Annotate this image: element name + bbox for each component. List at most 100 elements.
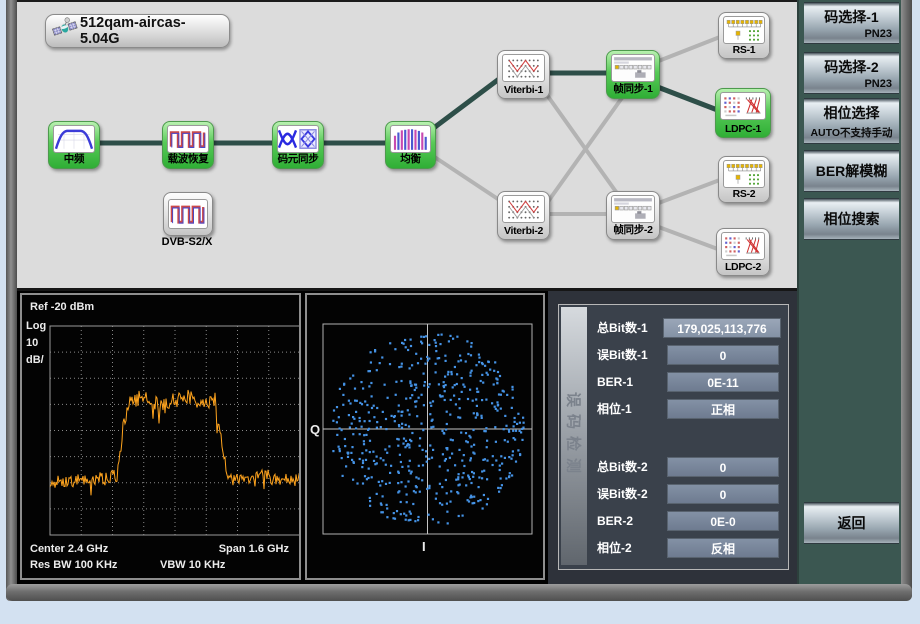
block-label: 中频 — [49, 151, 99, 166]
signal-chain-diagram: 512qam-aircas-5.04G 中频 载波恢复 — [17, 2, 797, 291]
square-wave-icon — [168, 199, 208, 229]
button-label: 返回 — [838, 513, 866, 533]
center-freq-label: Center 2.4 GHz — [30, 543, 108, 555]
side-title-text: 误码检测 — [564, 392, 585, 480]
trellis-icon — [502, 195, 545, 223]
button-label: 码选择-2 — [804, 57, 899, 77]
button-value: PN23 — [864, 28, 892, 40]
square-wave-icon — [167, 125, 209, 153]
code-select-2-button[interactable]: 码选择-2 PN23 — [804, 52, 899, 94]
back-button[interactable]: 返回 — [804, 502, 899, 544]
window-frame-bottom — [6, 584, 912, 601]
link-framesync2-rs2 — [656, 178, 725, 204]
ldpc-matrix-icon — [721, 232, 765, 260]
scale-label: 10 — [26, 337, 38, 349]
block-label: 码元同步 — [273, 151, 323, 166]
eye-diagram-icon — [277, 125, 319, 153]
block-label: LDPC-2 — [717, 261, 769, 273]
ref-level-label: Ref -20 dBm — [30, 301, 94, 313]
constellation-plot — [307, 295, 543, 578]
spectrum-plot — [22, 295, 299, 578]
error-bits-2-label: 误Bit数-2 — [597, 484, 667, 504]
ber-2-value: 0E-0 — [667, 511, 779, 531]
block-dvb-s2x[interactable] — [163, 192, 213, 236]
ber-1-label: BER-1 — [597, 372, 667, 392]
button-value: AUTO不支持手动 — [804, 125, 899, 140]
reed-solomon-icon — [723, 16, 765, 44]
vbw-label: VBW 10 KHz — [160, 559, 225, 571]
block-label: Viterbi-2 — [498, 225, 549, 237]
error-bits-2-value: 0 — [667, 484, 779, 504]
ldpc-matrix-icon — [720, 92, 766, 120]
bandpass-spectrum-icon — [53, 125, 95, 153]
trellis-icon — [502, 54, 545, 82]
block-ldpc-2[interactable]: LDPC-2 — [716, 228, 770, 276]
block-ldpc-1[interactable]: LDPC-1 — [715, 88, 771, 138]
block-label: RS-1 — [719, 44, 769, 56]
block-label: 均衡 — [386, 151, 435, 166]
block-label: Viterbi-1 — [498, 84, 549, 96]
error-bits-1-value: 0 — [667, 345, 779, 365]
constellation-display: Q I — [305, 293, 545, 580]
block-frame-sync-1[interactable]: 帧同步-1 — [606, 50, 660, 99]
block-label: 帧同步-2 — [607, 222, 659, 237]
error-detection-panel: 误码检测 总Bit数-1 179,025,113,776 误Bit数-1 0 B… — [558, 304, 789, 570]
ber-disambiguate-button[interactable]: BER解模糊 — [804, 150, 899, 192]
ber-1-value: 0E-11 — [667, 372, 779, 392]
block-viterbi-2[interactable]: Viterbi-2 — [497, 191, 550, 240]
ber-2-label: BER-2 — [597, 511, 667, 531]
measurement-panels: Ref -20 dBm Log 10 dB/ Center 2.4 GHz Sp… — [17, 291, 797, 584]
link-framesync1-rs1 — [656, 35, 725, 62]
db-per-div-label: dB/ — [26, 354, 44, 366]
total-bits-2-value: 0 — [667, 457, 779, 477]
phase-2-value: 反相 — [667, 538, 779, 558]
button-label: 相位搜索 — [824, 209, 880, 229]
block-rs-2[interactable]: RS-2 — [718, 156, 770, 203]
block-label-dvb: DVB-S2/X — [153, 236, 221, 248]
block-label: RS-2 — [719, 188, 769, 200]
error-detection-side-title: 误码检测 — [561, 307, 587, 565]
equalizer-bars-icon — [390, 125, 431, 153]
q-axis-label: Q — [310, 422, 320, 437]
link-framesync1-ldpc1 — [655, 86, 720, 111]
link-equalizer-viterbi1 — [431, 76, 503, 130]
block-frame-sync-2[interactable]: 帧同步-2 — [606, 191, 660, 240]
button-label: BER解模糊 — [816, 161, 888, 181]
block-label: LDPC-1 — [716, 123, 770, 135]
reed-solomon-icon — [723, 160, 765, 188]
button-label: 码选择-1 — [804, 7, 899, 27]
block-rs-1[interactable]: RS-1 — [718, 12, 770, 59]
i-axis-label: I — [422, 539, 426, 554]
total-bits-1-label: 总Bit数-1 — [597, 318, 667, 338]
block-viterbi-1[interactable]: Viterbi-1 — [497, 50, 550, 99]
button-label: 相位选择 — [804, 103, 899, 123]
window-frame-left — [6, 0, 17, 601]
frame-window-icon — [611, 195, 655, 223]
source-button-label: 512qam-aircas-5.04G — [80, 15, 223, 47]
rbw-label: Res BW 100 KHz — [30, 559, 117, 571]
spectrum-display: Ref -20 dBm Log 10 dB/ Center 2.4 GHz Sp… — [20, 293, 301, 580]
total-bits-1-value: 179,025,113,776 — [663, 318, 781, 338]
phase-1-label: 相位-1 — [597, 399, 667, 419]
block-if[interactable]: 中频 — [48, 121, 100, 169]
link-framesync2-ldpc2 — [656, 226, 723, 251]
code-select-1-button[interactable]: 码选择-1 PN23 — [804, 2, 899, 44]
block-label: 帧同步-1 — [607, 81, 659, 96]
total-bits-2-label: 总Bit数-2 — [597, 457, 667, 477]
block-label: 载波恢复 — [163, 151, 213, 166]
phase-1-value: 正相 — [667, 399, 779, 419]
signal-source-button[interactable]: 512qam-aircas-5.04G — [45, 14, 230, 48]
satellite-icon — [52, 16, 78, 47]
log-label: Log — [26, 320, 46, 332]
block-carrier-recovery[interactable]: 载波恢复 — [162, 121, 214, 169]
block-equalizer[interactable]: 均衡 — [385, 121, 436, 169]
phase-2-label: 相位-2 — [597, 538, 667, 558]
block-symbol-sync[interactable]: 码元同步 — [272, 121, 324, 169]
button-value: PN23 — [864, 78, 892, 90]
ber-region: 误码检测 总Bit数-1 179,025,113,776 误Bit数-1 0 B… — [548, 291, 797, 584]
phase-select-button[interactable]: 相位选择 AUTO不支持手动 — [804, 98, 899, 144]
window-frame-right — [901, 0, 912, 601]
right-menu-sidebar: 码选择-1 PN23 码选择-2 PN23 相位选择 AUTO不支持手动 BER… — [797, 0, 901, 584]
frame-window-icon — [611, 54, 655, 82]
phase-search-button[interactable]: 相位搜索 — [804, 198, 899, 240]
